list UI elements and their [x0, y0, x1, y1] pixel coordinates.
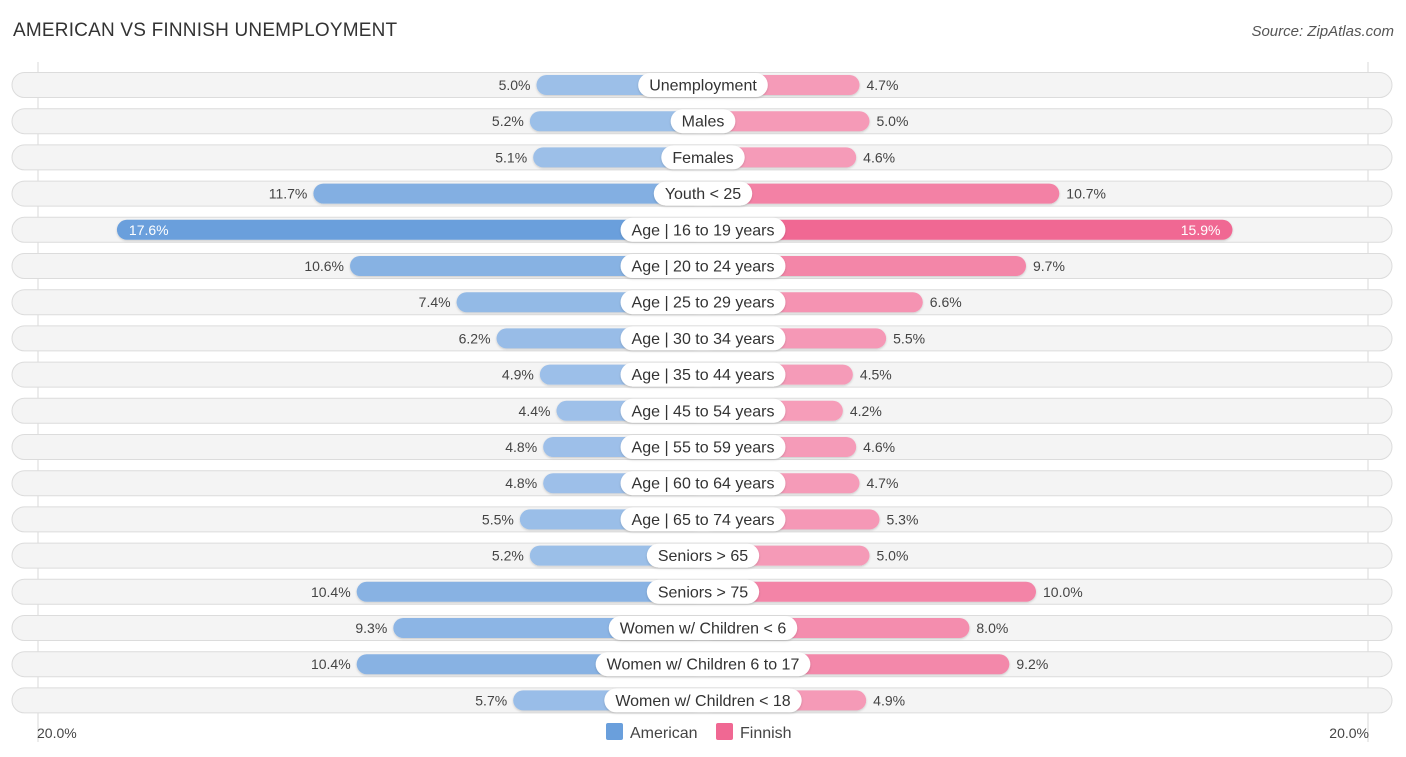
chart-row: 7.4% 6.6% Age | 25 to 29 years — [11, 289, 1393, 316]
bar-finnish[interactable] — [703, 183, 1060, 204]
value-label-american: 4.4% — [519, 403, 551, 419]
chart-row: 5.7% 4.9% Women w/ Children < 18 — [11, 687, 1393, 714]
value-label-finnish: 4.2% — [850, 403, 882, 419]
category-label: Age | 65 to 74 years — [632, 512, 775, 529]
legend: American Finnish — [606, 723, 792, 742]
value-label-finnish: 15.9% — [1181, 222, 1221, 238]
category-label: Women w/ Children 6 to 17 — [607, 657, 800, 674]
bar-american[interactable] — [116, 219, 704, 240]
chart-row: 10.6% 9.7% Age | 20 to 24 years — [11, 253, 1393, 279]
value-label-finnish: 9.7% — [1033, 258, 1065, 274]
value-label-american: 11.7% — [269, 186, 308, 202]
axis-label-left: 20.0% — [37, 725, 77, 741]
category-label: Seniors > 65 — [658, 548, 748, 565]
category-label: Age | 60 to 64 years — [632, 476, 775, 493]
chart-row: 5.2% 5.0% Seniors > 65 — [11, 542, 1393, 569]
category-label: Women w/ Children < 18 — [615, 693, 790, 710]
chart-row: 9.3% 8.0% Women w/ Children < 6 — [11, 615, 1393, 641]
category-label: Age | 35 to 44 years — [632, 367, 775, 384]
value-label-american: 5.2% — [492, 548, 524, 564]
legend-item-finnish[interactable]: Finnish — [716, 723, 792, 742]
chart-row: 5.5% 5.3% Age | 65 to 74 years — [11, 506, 1393, 533]
category-label: Age | 30 to 34 years — [632, 331, 775, 348]
value-label-american: 6.2% — [459, 330, 491, 346]
category-label: Females — [672, 150, 733, 167]
value-label-finnish: 4.6% — [863, 439, 895, 455]
value-label-american: 5.1% — [495, 149, 527, 165]
value-label-american: 10.4% — [311, 584, 351, 600]
category-label: Unemployment — [649, 78, 757, 95]
value-label-finnish: 6.6% — [930, 294, 962, 310]
value-label-finnish: 5.0% — [877, 548, 909, 564]
value-label-american: 10.6% — [304, 258, 344, 274]
category-label: Age | 55 to 59 years — [632, 440, 775, 457]
chart-row: 4.8% 4.6% Age | 55 to 59 years — [11, 434, 1393, 460]
legend-item-american[interactable]: American — [606, 723, 698, 742]
category-label: Age | 45 to 54 years — [632, 403, 775, 420]
value-label-finnish: 4.7% — [867, 475, 899, 491]
chart-row: 5.1% 4.6% Females — [11, 144, 1393, 171]
chart-row: 6.2% 5.5% Age | 30 to 34 years — [11, 325, 1393, 352]
value-label-american: 4.8% — [505, 475, 537, 491]
rows-layer: 5.0% 4.7% Unemployment 5.2% 5.0% Males 5.1% 4.6… — [11, 62, 1393, 742]
value-label-finnish: 5.0% — [877, 113, 909, 129]
value-label-finnish: 8.0% — [976, 620, 1008, 636]
value-label-american: 9.3% — [355, 620, 387, 636]
value-label-american: 7.4% — [419, 294, 451, 310]
value-label-finnish: 9.2% — [1016, 656, 1048, 672]
category-label: Seniors > 75 — [658, 584, 748, 601]
category-label: Males — [682, 114, 725, 131]
chart-row: 5.0% 4.7% Unemployment — [11, 72, 1393, 98]
value-label-finnish: 10.0% — [1043, 584, 1083, 600]
chart-row: 4.8% 4.7% Age | 60 to 64 years — [11, 470, 1393, 497]
value-label-finnish: 10.7% — [1066, 186, 1106, 202]
value-label-american: 10.4% — [311, 656, 351, 672]
chart-row: 4.9% 4.5% Age | 35 to 44 years — [11, 361, 1393, 388]
value-label-american: 4.8% — [505, 439, 537, 455]
axis-layer: 20.0% 20.0% — [37, 725, 1369, 741]
value-label-finnish: 4.5% — [860, 367, 892, 383]
chart-row: 17.6% 15.9% Age | 16 to 19 years — [11, 216, 1393, 243]
legend-swatch-american — [606, 723, 623, 740]
value-label-american: 5.7% — [475, 692, 507, 708]
category-label: Women w/ Children < 6 — [620, 621, 787, 638]
category-label: Youth < 25 — [665, 186, 741, 203]
value-label-american: 5.2% — [492, 113, 524, 129]
category-label: Age | 16 to 19 years — [632, 222, 775, 239]
value-label-finnish: 4.7% — [867, 77, 899, 93]
chart-row: 5.2% 5.0% Males — [11, 108, 1393, 135]
chart-row: 4.4% 4.2% Age | 45 to 54 years — [11, 397, 1393, 424]
value-label-finnish: 4.6% — [863, 149, 895, 165]
value-label-american: 5.5% — [482, 511, 514, 527]
value-label-finnish: 4.9% — [873, 692, 905, 708]
legend-label-american: American — [630, 725, 698, 742]
value-label-american: 17.6% — [129, 222, 169, 238]
chart-row: 10.4% 9.2% Women w/ Children 6 to 17 — [11, 651, 1393, 678]
diverging-bar-chart: 5.0% 4.7% Unemployment 5.2% 5.0% Males 5.1% 4.6… — [11, 62, 1393, 742]
value-label-american: 4.9% — [502, 367, 534, 383]
axis-label-right: 20.0% — [1329, 725, 1369, 741]
bar-american[interactable] — [313, 183, 703, 204]
value-label-finnish: 5.5% — [893, 330, 925, 346]
value-label-finnish: 5.3% — [886, 511, 918, 527]
chart-row: 11.7% 10.7% Youth < 25 — [11, 180, 1393, 207]
legend-swatch-finnish — [716, 723, 733, 740]
legend-label-finnish: Finnish — [740, 725, 792, 742]
category-label: Age | 20 to 24 years — [632, 259, 775, 276]
value-label-american: 5.0% — [499, 77, 531, 93]
category-label: Age | 25 to 29 years — [632, 295, 775, 312]
chart-row: 10.4% 10.0% Seniors > 75 — [11, 578, 1393, 605]
